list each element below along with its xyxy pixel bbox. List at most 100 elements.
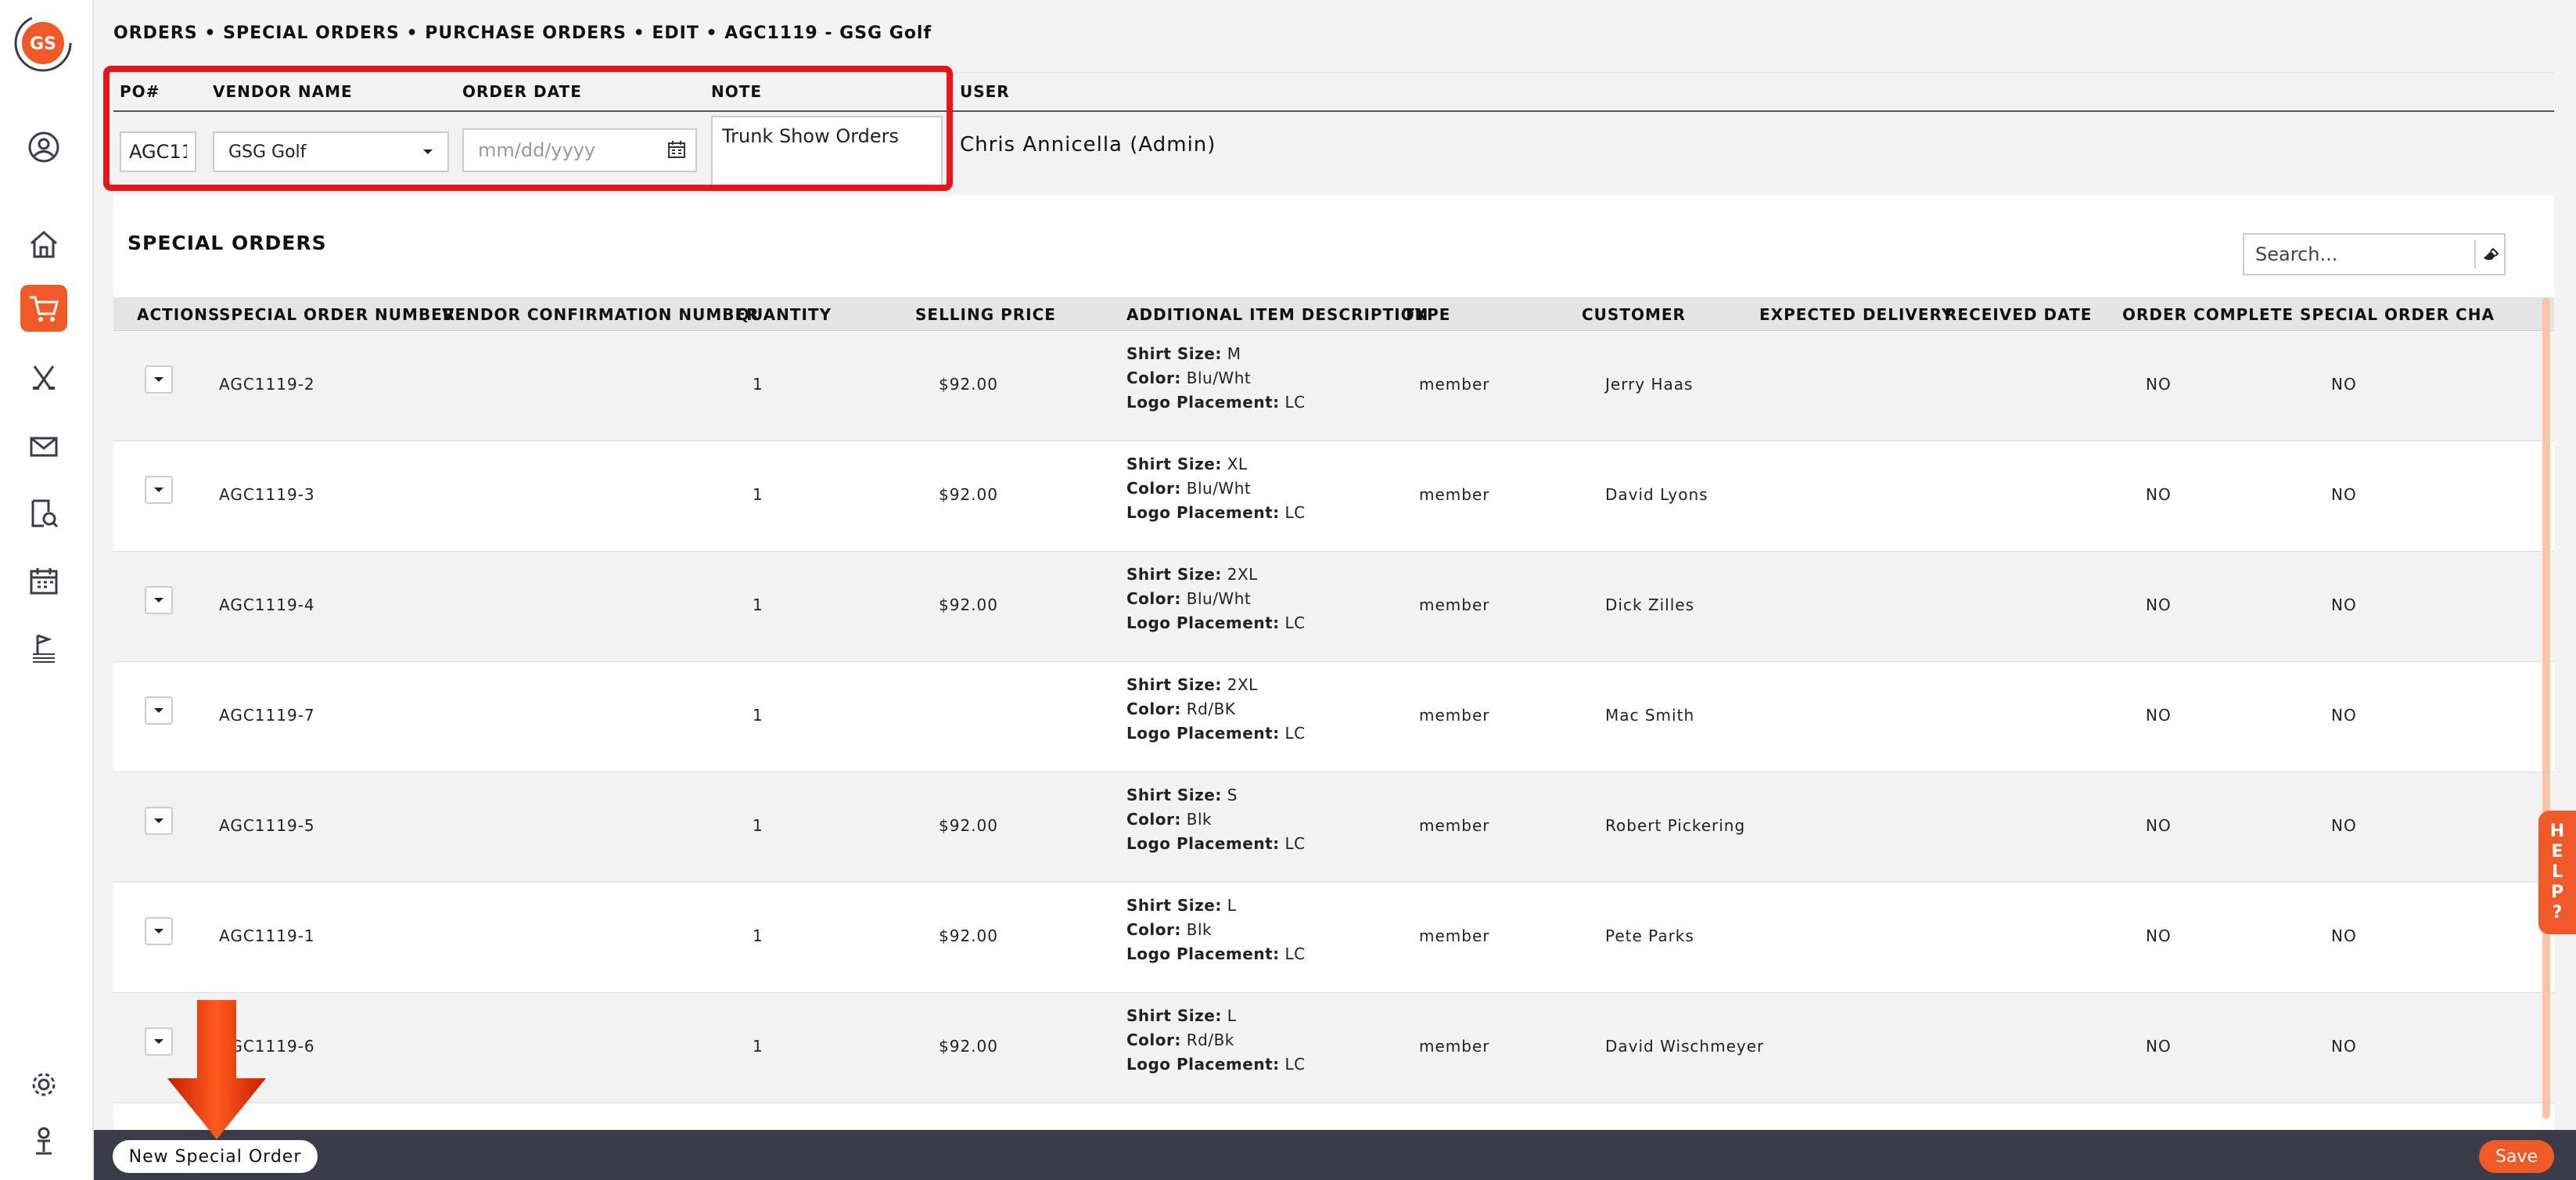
golf-flag-icon[interactable] <box>20 624 67 671</box>
color-label: Color: <box>1126 920 1181 939</box>
special-order-number[interactable]: AGC1119-2 <box>219 375 315 394</box>
special-order-number[interactable]: AGC1119-7 <box>219 706 315 725</box>
calendar-icon[interactable] <box>20 557 67 604</box>
order-date-input[interactable]: mm/dd/yyyy <box>462 128 697 172</box>
order-date-placeholder: mm/dd/yyyy <box>478 139 596 161</box>
column-header-special-order-number[interactable]: SPECIAL ORDER NUMBER <box>219 305 455 324</box>
shirt-size-label: Shirt Size: <box>1126 344 1222 363</box>
row-actions-button[interactable] <box>145 476 173 504</box>
quantity-value: 1 <box>753 926 763 945</box>
help-letter: P <box>2550 883 2564 902</box>
shirt-size-label: Shirt Size: <box>1126 675 1222 694</box>
column-header-selling-price[interactable]: SELLING PRICE <box>915 305 1056 324</box>
item-description: Shirt Size: L Color: Rd/Bk Logo Placement:… <box>1126 1004 1306 1077</box>
customer-value: Mac Smith <box>1605 706 1695 725</box>
quantity-value: 1 <box>753 595 763 614</box>
special-order-number[interactable]: AGC1119-5 <box>219 816 315 835</box>
shirt-size-label: Shirt Size: <box>1126 786 1222 804</box>
shirt-size-value: 2XL <box>1227 675 1258 694</box>
column-header-customer[interactable]: CUSTOMER <box>1582 305 1686 324</box>
color-value: Blk <box>1186 810 1213 829</box>
vendor-name-value: GSG Golf <box>228 142 307 162</box>
order-complete-value: NO <box>2146 1037 2172 1056</box>
save-button[interactable]: Save <box>2479 1140 2554 1173</box>
color-value: Blu/Wht <box>1186 479 1252 498</box>
shirt-size-value: S <box>1227 786 1238 804</box>
golf-clubs-icon[interactable] <box>20 355 67 402</box>
column-header-type[interactable]: TYPE <box>1403 305 1450 324</box>
type-value: member <box>1419 926 1490 945</box>
column-header-additional-item-description[interactable]: ADDITIONAL ITEM DESCRIPTION <box>1126 305 1428 324</box>
note-textarea[interactable]: Trunk Show Orders <box>711 116 943 188</box>
column-header-order-complete[interactable]: ORDER COMPLETE <box>2122 305 2294 324</box>
logo-placement-value: LC <box>1284 724 1306 743</box>
po-number-input[interactable] <box>120 131 196 172</box>
vertical-scrollbar[interactable] <box>2542 297 2550 1119</box>
special-orders-title: SPECIAL ORDERS <box>128 232 327 254</box>
table-row[interactable]: AGC1119-2 1 $92.00 Shirt Size: M Color: Blu/… <box>113 331 2554 441</box>
table-row[interactable]: AGC1119-5 1 $92.00 Shirt Size: S Color: Blk L… <box>113 772 2554 883</box>
order-complete-value: NO <box>2146 816 2172 835</box>
special-order-charge-value: NO <box>2331 1037 2357 1056</box>
customer-value: Robert Pickering <box>1605 816 1746 835</box>
column-header-vendor-confirmation-number[interactable]: VENDOR CONFIRMATION NUMBER <box>442 305 760 324</box>
search-document-icon[interactable] <box>20 490 67 537</box>
table-row[interactable]: AGC1119-7 1 Shirt Size: 2XL Color: Rd/BK Log… <box>113 662 2554 772</box>
search-input[interactable]: Search... <box>2243 233 2506 275</box>
special-order-number[interactable]: AGC1119-1 <box>219 926 315 945</box>
home-icon[interactable] <box>20 221 67 268</box>
user-profile-icon[interactable] <box>20 124 67 171</box>
column-header-special-order-charge[interactable]: SPECIAL ORDER CHA <box>2300 305 2495 324</box>
table-row[interactable]: AGC1119-4 1 $92.00 Shirt Size: 2XL Color: Bl… <box>113 552 2554 662</box>
color-value: Blk <box>1186 920 1213 939</box>
eraser-icon[interactable] <box>2474 240 2504 268</box>
special-order-charge-value: NO <box>2331 706 2357 725</box>
order-complete-value: NO <box>2146 926 2172 945</box>
calendar-picker-icon[interactable] <box>663 136 691 164</box>
help-tab[interactable]: H E L P? <box>2538 811 2576 934</box>
row-actions-button[interactable] <box>145 365 173 394</box>
customer-value: Jerry Haas <box>1605 375 1694 394</box>
customer-value: David Lyons <box>1605 485 1708 504</box>
column-header-actions[interactable]: ACTIONS <box>137 305 220 324</box>
row-actions-button[interactable] <box>145 586 173 614</box>
row-actions-button[interactable] <box>145 696 173 725</box>
golf-tee-icon[interactable] <box>20 1117 67 1164</box>
sidebar: GS <box>0 0 94 1180</box>
selling-price-value: $92.00 <box>939 595 998 614</box>
note-label: NOTE <box>711 82 763 101</box>
special-order-charge-value: NO <box>2331 926 2357 945</box>
special-order-number[interactable]: AGC1119-4 <box>219 595 315 614</box>
column-header-received-date[interactable]: RECEIVED DATE <box>1945 305 2092 324</box>
table-row[interactable]: AGC1119-3 1 $92.00 Shirt Size: XL Color: Blu… <box>113 441 2554 552</box>
dropdown-caret-icon <box>154 818 163 823</box>
special-order-charge-value: NO <box>2331 375 2357 394</box>
order-complete-value: NO <box>2146 706 2172 725</box>
row-actions-button[interactable] <box>145 807 173 835</box>
special-orders-table: ACTIONS SPECIAL ORDER NUMBER VENDOR CONFIR… <box>113 297 2554 1103</box>
dropdown-caret-icon <box>423 149 433 154</box>
row-actions-button[interactable] <box>145 917 173 945</box>
shirt-size-label: Shirt Size: <box>1126 896 1222 915</box>
special-orders-card: SPECIAL ORDERS Search... ACTIONS SPECIAL … <box>113 196 2554 1135</box>
shirt-size-label: Shirt Size: <box>1126 1006 1222 1025</box>
logo-placement-value: LC <box>1284 834 1306 853</box>
logo-placement-value: LC <box>1284 944 1306 963</box>
table-row[interactable]: AGC1119-6 1 $92.00 Shirt Size: L Color: Rd/B… <box>113 993 2554 1103</box>
new-special-order-button[interactable]: New Special Order <box>113 1140 318 1173</box>
row-actions-button[interactable] <box>145 1027 173 1056</box>
vendor-name-select[interactable]: GSG Golf <box>213 131 449 172</box>
special-order-number[interactable]: AGC1119-6 <box>219 1037 315 1056</box>
special-order-number[interactable]: AGC1119-3 <box>219 485 315 504</box>
app-logo[interactable]: GS <box>13 13 74 74</box>
cart-icon[interactable] <box>20 285 67 332</box>
help-letter: L <box>2551 862 2563 882</box>
mail-icon[interactable] <box>20 423 67 469</box>
table-row[interactable]: AGC1119-1 1 $92.00 Shirt Size: L Color: Blk L… <box>113 883 2554 993</box>
column-header-expected-delivery[interactable]: EXPECTED DELIVERY <box>1759 305 1953 324</box>
settings-gear-icon[interactable] <box>20 1061 67 1108</box>
color-label: Color: <box>1126 810 1181 829</box>
bottom-action-bar: New Special Order Save <box>94 1130 2576 1180</box>
column-header-quantity[interactable]: QUANTITY <box>736 305 832 324</box>
item-description: Shirt Size: 2XL Color: Blu/Wht Logo Placem… <box>1126 563 1306 635</box>
